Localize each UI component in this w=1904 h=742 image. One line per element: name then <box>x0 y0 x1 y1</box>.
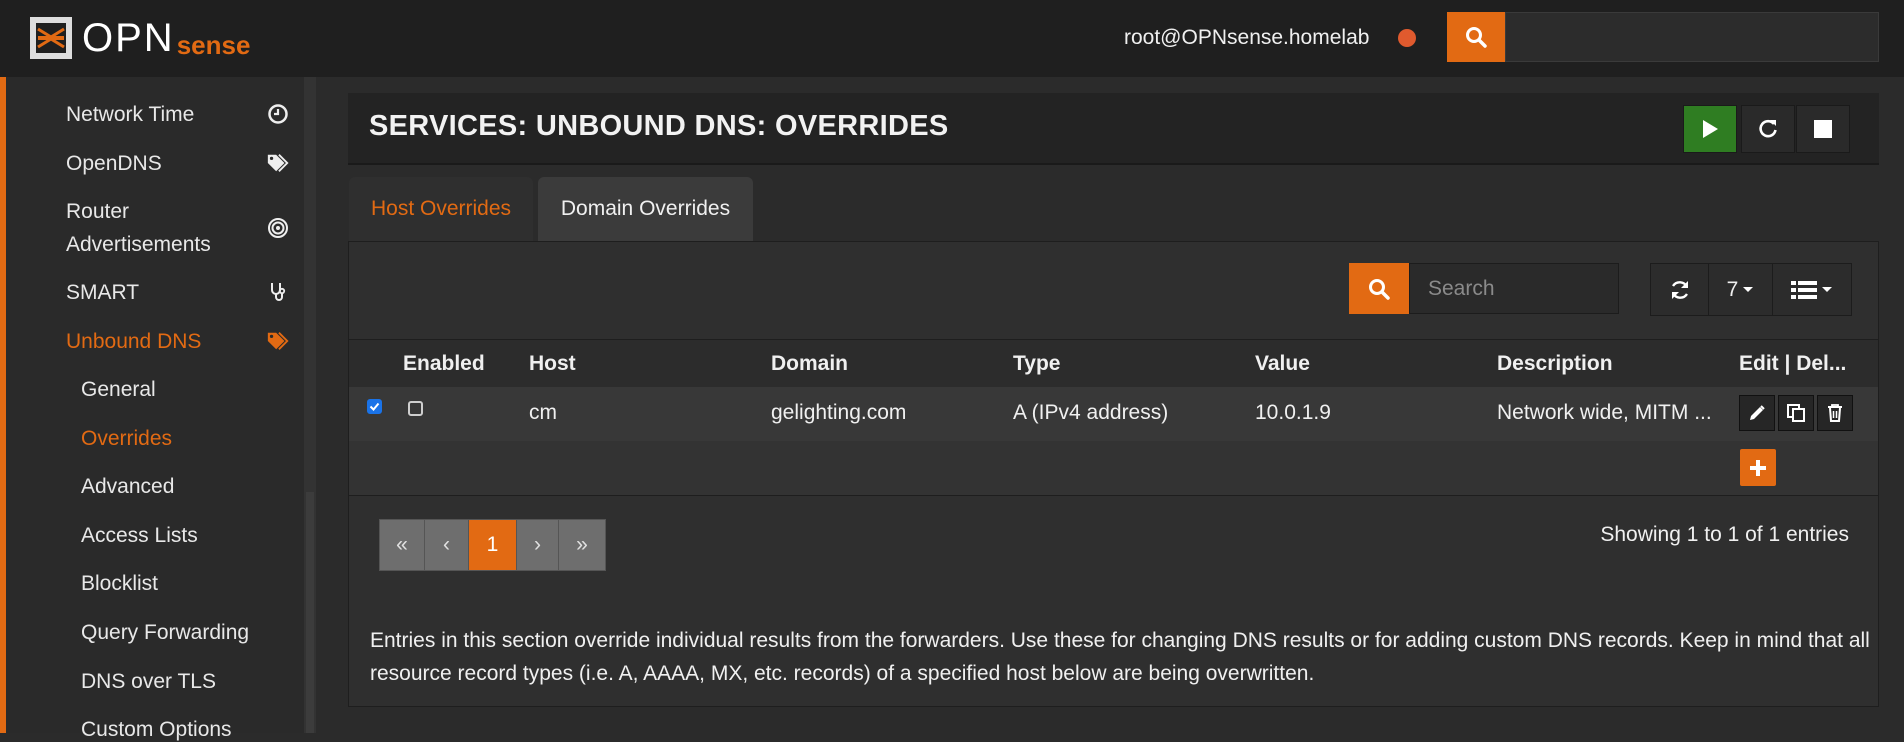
tab-domain-overrides[interactable]: Domain Overrides <box>538 177 753 241</box>
clone-button[interactable] <box>1778 395 1814 431</box>
cell-host: cm <box>529 401 557 424</box>
cell-description: Network wide, MITM ... <box>1497 401 1712 424</box>
page-size-value: 7 <box>1726 277 1739 301</box>
pager-page-1[interactable]: 1 <box>469 520 517 570</box>
opnsense-logo-icon <box>30 17 72 59</box>
refresh-icon <box>1759 119 1777 138</box>
entries-info: Showing 1 to 1 of 1 entries <box>1600 523 1849 546</box>
user-menu[interactable]: root@OPNsense.homelab <box>1124 26 1369 50</box>
sidebar-item-network-time[interactable]: Network Time <box>66 98 194 131</box>
trash-icon <box>1828 404 1842 422</box>
pager-next[interactable]: › <box>517 520 559 570</box>
sidebar-scroll-thumb[interactable] <box>306 492 314 733</box>
sidebar-subitem-advanced[interactable]: Advanced <box>81 475 174 499</box>
tab-host-overrides[interactable]: Host Overrides <box>349 177 533 241</box>
top-search-button[interactable] <box>1447 12 1505 62</box>
search-icon <box>1466 27 1487 48</box>
tags-icon <box>266 151 290 175</box>
column-host[interactable]: Host <box>529 352 576 376</box>
page-title: SERVICES: UNBOUND DNS: OVERRIDES <box>369 110 949 142</box>
row-select-checkbox[interactable] <box>367 399 382 414</box>
enabled-checkbox[interactable] <box>408 401 423 416</box>
column-selector-dropdown[interactable] <box>1773 264 1851 315</box>
column-value[interactable]: Value <box>1255 352 1310 376</box>
edit-button[interactable] <box>1739 395 1775 431</box>
cell-domain: gelighting.com <box>771 401 907 424</box>
cell-type: A (IPv4 address) <box>1013 401 1169 424</box>
tags-icon <box>266 329 290 353</box>
play-icon <box>1703 120 1718 138</box>
bullseye-icon <box>266 216 290 240</box>
sidebar-subitem-custom-options[interactable]: Custom Options <box>81 718 232 742</box>
top-search-input[interactable] <box>1505 12 1879 62</box>
column-enabled[interactable]: Enabled <box>403 352 485 376</box>
pager-first[interactable]: « <box>380 520 425 570</box>
column-type[interactable]: Type <box>1013 352 1060 376</box>
grid-toolbar: 7 <box>1650 263 1852 316</box>
logo-text-sense: sense <box>176 29 251 60</box>
list-icon <box>1791 280 1817 299</box>
refresh-grid-button[interactable] <box>1651 264 1709 315</box>
logo-text-opn: OPN <box>82 15 175 60</box>
sidebar-subitem-blocklist[interactable]: Blocklist <box>81 572 158 596</box>
opnsense-logo[interactable]: OPN sense <box>28 14 250 62</box>
caret-down-icon <box>1743 286 1754 292</box>
checkmark-icon <box>369 402 380 411</box>
table-header: Enabled Host Domain Type Value Descripti… <box>349 339 1878 389</box>
clone-icon <box>1787 404 1805 422</box>
page-size-dropdown[interactable]: 7 <box>1709 264 1773 315</box>
sidebar-item-smart[interactable]: SMART <box>66 276 139 309</box>
pagination: « ‹ 1 › » <box>379 519 606 571</box>
pager-previous[interactable]: ‹ <box>425 520 469 570</box>
column-actions: Edit | Del... <box>1739 352 1847 375</box>
help-text: Entries in this section override individ… <box>370 629 1870 685</box>
sidebar-subitem-access-lists[interactable]: Access Lists <box>81 524 198 548</box>
stop-icon <box>1814 120 1832 138</box>
delete-button[interactable] <box>1817 395 1853 431</box>
start-service-button[interactable] <box>1683 105 1737 153</box>
sidebar-subitem-general[interactable]: General <box>81 378 156 402</box>
restart-service-button[interactable] <box>1741 105 1795 153</box>
stop-service-button[interactable] <box>1796 105 1850 153</box>
sidebar-item-unbound-dns[interactable]: Unbound DNS <box>66 325 201 358</box>
stethoscope-icon <box>266 280 290 304</box>
pager-last[interactable]: » <box>559 520 605 570</box>
sidebar-subitem-overrides[interactable]: Overrides <box>81 427 172 451</box>
grid-search-button[interactable] <box>1349 263 1409 314</box>
grid-search-input[interactable]: Search <box>1409 263 1619 314</box>
clock-icon <box>266 102 290 126</box>
column-description[interactable]: Description <box>1497 352 1613 376</box>
caret-down-icon <box>1822 286 1832 292</box>
cell-value: 10.0.1.9 <box>1255 401 1331 424</box>
sidebar-accent-bar <box>0 77 6 733</box>
table-row[interactable]: cm gelighting.com A (IPv4 address) 10.0.… <box>349 387 1878 441</box>
refresh-icon <box>1671 280 1688 299</box>
sidebar-subitem-query-forwarding[interactable]: Query Forwarding <box>81 621 249 645</box>
sidebar-subitem-dns-over-tls[interactable]: DNS over TLS <box>81 670 216 694</box>
search-icon <box>1369 278 1390 300</box>
add-button[interactable] <box>1740 449 1776 486</box>
table-footer <box>349 441 1878 496</box>
plus-icon <box>1750 459 1766 476</box>
pencil-icon <box>1750 405 1765 420</box>
sidebar-item-router-advertisements[interactable]: Router Advertisements <box>66 195 256 261</box>
status-dot-icon[interactable] <box>1398 29 1416 47</box>
column-domain[interactable]: Domain <box>771 352 848 376</box>
sidebar-item-opendns[interactable]: OpenDNS <box>66 147 162 180</box>
